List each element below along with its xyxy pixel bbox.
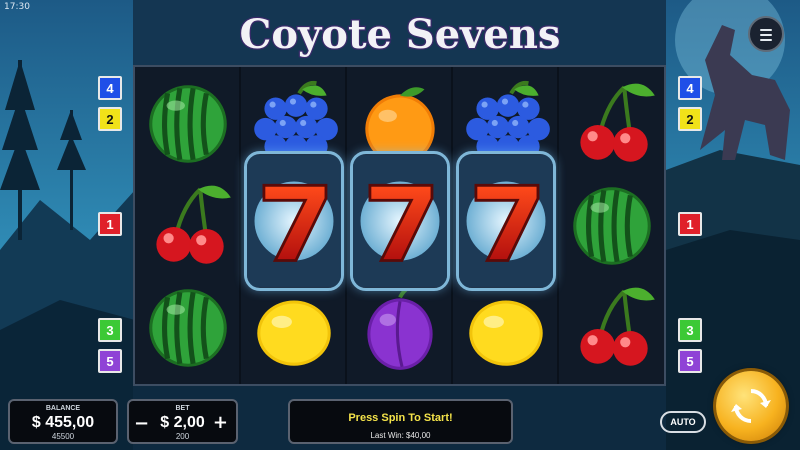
payline-left-3: 3: [98, 318, 122, 342]
lemon-symbol: [455, 277, 557, 379]
game-title-text: Coyote Sevens: [240, 11, 561, 58]
bet-decrease-button[interactable]: −: [134, 413, 149, 434]
lemon-symbol: [243, 277, 345, 379]
balance-panel: BALANCE $ 455,00 45500: [8, 399, 118, 444]
seven-symbol: [244, 151, 344, 291]
cherry-symbol: [561, 73, 663, 175]
bet-label: BET: [175, 405, 190, 412]
game-title-logo: Coyote Sevens: [238, 10, 561, 60]
cherry-symbol: [561, 277, 663, 379]
balance-credits: 45500: [51, 432, 75, 441]
payline-right-2: 2: [678, 107, 702, 131]
payline-left-5: 5: [98, 349, 122, 373]
watermelon-symbol: [137, 73, 239, 175]
seven-symbol: [456, 151, 556, 291]
seven-symbol: [350, 151, 450, 291]
plum-symbol: [349, 277, 451, 379]
watermelon-symbol: [137, 277, 239, 379]
payline-right-5: 5: [678, 349, 702, 373]
reels-grid: [133, 65, 666, 386]
spin-arrows-icon: [731, 389, 771, 423]
menu-button[interactable]: [748, 16, 784, 52]
bet-panel: BET $ 2,00 200 − +: [127, 399, 238, 444]
spin-button[interactable]: [716, 371, 786, 441]
payline-left-1: 1: [98, 212, 122, 236]
payline-left-2: 2: [98, 107, 122, 131]
watermelon-symbol: [561, 175, 663, 277]
payline-right-4: 4: [678, 76, 702, 100]
message-text: Press Spin To Start!: [348, 412, 453, 424]
last-win-text: Last Win: $40,00: [370, 431, 431, 440]
status-clock: 17:30: [4, 2, 30, 12]
payline-right-3: 3: [678, 318, 702, 342]
auto-spin-button[interactable]: AUTO: [660, 411, 706, 433]
balance-label: BALANCE: [45, 405, 81, 412]
bet-increase-button[interactable]: +: [213, 412, 228, 433]
message-panel: Press Spin To Start! Last Win: $40,00: [288, 399, 513, 444]
payline-left-4: 4: [98, 76, 122, 100]
balance-amount: $ 455,00: [31, 414, 95, 431]
payline-right-1: 1: [678, 212, 702, 236]
cherry-symbol: [137, 175, 239, 277]
